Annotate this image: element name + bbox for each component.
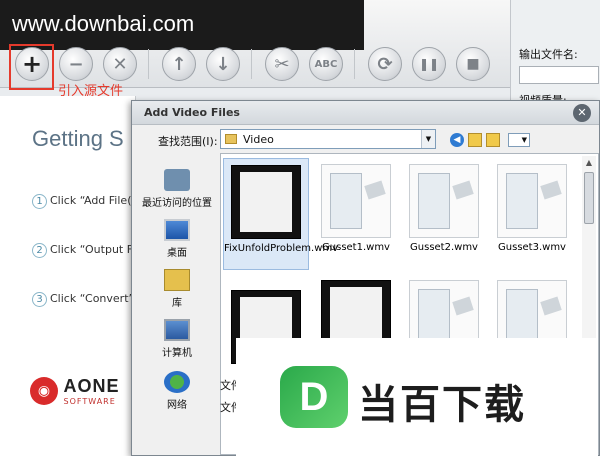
look-in-select[interactable]: Video ▼	[220, 129, 436, 149]
step-number: 3	[32, 292, 47, 307]
cut-button[interactable]: ✂	[265, 47, 299, 81]
toolbar-separator	[354, 49, 355, 79]
place-label: 计算机	[162, 348, 192, 359]
step-3: 3 Click “Convert”	[32, 292, 134, 307]
output-name-input[interactable]	[519, 66, 599, 84]
brand-name: 当百下载	[358, 382, 526, 428]
back-icon[interactable]: ◀	[450, 133, 464, 147]
place-label: 最近访问的位置	[142, 198, 212, 209]
look-in-label: 查找范围(I):	[158, 135, 218, 148]
brand-watermark: D 当百下载	[236, 338, 598, 456]
file-item[interactable]: Gusset2.wmv	[401, 158, 487, 254]
folder-icon	[225, 134, 237, 144]
watermark: www.downbai.com	[0, 0, 364, 50]
convert-button[interactable]: ⟳	[368, 47, 402, 81]
video-thumbnail	[231, 165, 301, 239]
chevron-down-icon[interactable]: ▼	[421, 130, 435, 148]
logo-name: AONE	[63, 376, 120, 396]
step-1: 1 Click “Add File(s	[32, 194, 137, 209]
file-name: FixUnfoldProblem.wmv	[224, 243, 339, 254]
place-desktop[interactable]: 桌面	[136, 219, 218, 259]
file-item[interactable]: FixUnfoldProblem.wmv	[223, 158, 339, 270]
step-text: Click “Convert”	[50, 292, 135, 305]
step-number: 2	[32, 243, 47, 258]
video-thumbnail	[409, 164, 479, 238]
stop-button[interactable]: ■	[456, 47, 490, 81]
move-up-button[interactable]: ↑	[162, 47, 196, 81]
view-menu-icon[interactable]: ▼	[508, 133, 530, 147]
dialog-titlebar: Add Video Files ✕	[132, 101, 599, 125]
video-thumbnail	[321, 164, 391, 238]
step-text: Click “Add File(s	[50, 194, 138, 207]
desktop-icon	[164, 219, 190, 241]
add-file-button[interactable]: +	[15, 47, 49, 81]
move-down-button[interactable]: ↓	[206, 47, 240, 81]
up-folder-icon[interactable]	[468, 133, 482, 147]
computer-icon	[164, 319, 190, 341]
file-item[interactable]: Gusset3.wmv	[489, 158, 575, 254]
rename-button[interactable]: ABC	[309, 47, 343, 81]
place-label: 库	[172, 298, 182, 309]
new-folder-icon[interactable]	[486, 133, 500, 147]
scroll-up-icon[interactable]: ▲	[582, 156, 596, 170]
output-name-label: 输出文件名:	[519, 48, 578, 61]
place-network[interactable]: 网络	[136, 371, 218, 411]
look-in-value: Video	[243, 133, 274, 146]
pause-button[interactable]: ❚❚	[412, 47, 446, 81]
place-libraries[interactable]: 库	[136, 269, 218, 309]
place-label: 桌面	[167, 248, 187, 259]
library-icon	[164, 269, 190, 291]
dialog-title: Add Video Files	[144, 106, 240, 119]
close-icon[interactable]: ✕	[573, 104, 591, 122]
recent-places-icon	[164, 169, 190, 191]
place-label: 网络	[167, 400, 187, 411]
getting-started-title: Getting S	[32, 126, 124, 151]
step-number: 1	[32, 194, 47, 209]
toolbar: www.downbai.com + − ✕ ↑ ↓ ✂ ABC ⟳ ❚❚ ■ 引…	[0, 0, 510, 99]
network-icon	[164, 371, 190, 393]
step-2: 2 Click “Output Fo	[32, 243, 139, 258]
file-name: Gusset3.wmv	[498, 242, 566, 253]
brand-logo-icon: D	[280, 366, 348, 428]
clear-button[interactable]: ✕	[103, 47, 137, 81]
scrollbar-thumb[interactable]	[584, 172, 594, 224]
file-item[interactable]: Gusset1.wmv	[313, 158, 399, 254]
toolbar-separator	[251, 49, 252, 79]
file-name: Gusset1.wmv	[322, 242, 390, 253]
place-computer[interactable]: 计算机	[136, 319, 218, 359]
toolbar-separator	[148, 49, 149, 79]
aone-logo: ◉ AONE SOFTWARE	[30, 376, 120, 406]
video-thumbnail	[497, 164, 567, 238]
place-recent[interactable]: 最近访问的位置	[136, 169, 218, 209]
remove-button[interactable]: −	[59, 47, 93, 81]
places-bar: 最近访问的位置 桌面 库 计算机 网络	[136, 157, 218, 456]
file-name: Gusset2.wmv	[410, 242, 478, 253]
logo-sub: SOFTWARE	[63, 397, 116, 406]
getting-started-panel: Getting S 1 Click “Add File(s 2 Click “Out…	[0, 96, 139, 456]
step-text: Click “Output Fo	[50, 243, 140, 256]
aone-logo-mark-icon: ◉	[30, 377, 58, 405]
